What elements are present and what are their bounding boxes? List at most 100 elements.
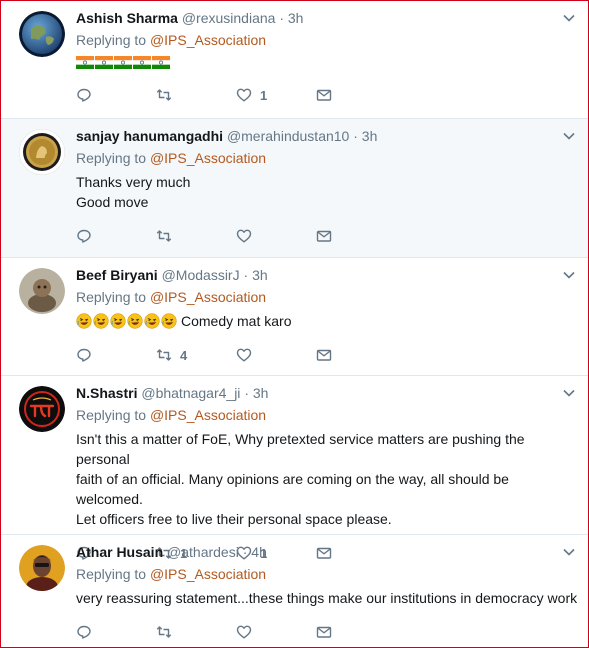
display-name[interactable]: sanjay hanumangadhi: [76, 128, 223, 144]
replying-to: Replying to @IPS_Association: [76, 565, 544, 584]
display-name[interactable]: Beef Biryani: [76, 267, 158, 283]
replying-to-label: Replying to: [76, 32, 147, 48]
rofl-icon: [127, 313, 143, 329]
heart-icon: [236, 625, 252, 639]
username[interactable]: @rexusindiana: [182, 10, 276, 26]
heart-icon: [236, 348, 252, 362]
chevron-down-icon[interactable]: [562, 129, 576, 143]
gold-medal-icon: [19, 129, 65, 175]
envelope-icon: [316, 230, 332, 242]
direct-message-button[interactable]: [316, 347, 332, 363]
avatar[interactable]: [19, 545, 65, 591]
like-button[interactable]: [236, 228, 316, 244]
retweet-icon: [156, 626, 172, 638]
reply-button[interactable]: [76, 347, 156, 363]
avatar[interactable]: [19, 268, 65, 314]
mention-link[interactable]: @IPS_Association: [150, 566, 266, 582]
chevron-down-icon[interactable]: [562, 545, 576, 559]
mention-link[interactable]: @IPS_Association: [150, 150, 266, 166]
tweet[interactable]: Ashish Sharma @rexusindiana · 3h Replyin…: [1, 1, 588, 119]
rofl-icon: [76, 313, 92, 329]
envelope-icon: [316, 349, 332, 361]
avatar[interactable]: [19, 386, 65, 432]
retweet-count: 4: [180, 347, 188, 363]
chevron-down-icon[interactable]: [562, 268, 576, 282]
chevron-down-icon[interactable]: [562, 11, 576, 25]
retweet-button[interactable]: 4: [156, 347, 236, 363]
username[interactable]: @bhatnagar4_ji: [141, 385, 240, 401]
direct-message-button[interactable]: [316, 87, 332, 103]
tweet-text-line: Let officers free to live their personal…: [76, 511, 392, 527]
separator-dot: ·: [353, 128, 358, 144]
tweet-body: [76, 56, 544, 69]
replying-to: Replying to @IPS_Association: [76, 288, 544, 307]
username[interactable]: @ModassirJ: [162, 267, 240, 283]
reply-button[interactable]: [76, 228, 156, 244]
tweet-text-line: Good move: [76, 194, 149, 210]
tweet-body: Thanks very much Good move: [76, 172, 544, 212]
retweet-icon: [156, 230, 172, 242]
display-name[interactable]: Ashish Sharma: [76, 10, 178, 26]
tweet-replies-panel: Ashish Sharma @rexusindiana · 3h Replyin…: [0, 0, 589, 648]
flag-india-icon: [133, 56, 151, 69]
like-button[interactable]: [236, 624, 316, 640]
tweet[interactable]: Athar Husain @athardesi · 4h Replying to…: [1, 535, 588, 647]
portrait-icon: [19, 545, 65, 591]
tweet[interactable]: N.Shastri @bhatnagar4_ji · 3h Replying t…: [1, 376, 588, 561]
mention-link[interactable]: @IPS_Association: [150, 407, 266, 423]
avatar[interactable]: [19, 129, 65, 175]
reply-icon: [77, 229, 91, 243]
direct-message-button[interactable]: [316, 624, 332, 640]
replying-to: Replying to @IPS_Association: [76, 149, 544, 168]
replying-to-label: Replying to: [76, 150, 147, 166]
reply-button[interactable]: [76, 87, 156, 103]
rofl-icon: [93, 313, 109, 329]
flag-india-icon: [76, 56, 94, 69]
display-name[interactable]: Athar Husain: [76, 544, 163, 560]
timestamp[interactable]: 3h: [288, 10, 304, 26]
tweet-text-line: Comedy mat karo: [181, 313, 292, 329]
chevron-down-icon[interactable]: [562, 386, 576, 400]
tweet-header: Beef Biryani @ModassirJ · 3h: [76, 266, 544, 284]
avatar[interactable]: [19, 11, 65, 57]
rofl-icon: [144, 313, 160, 329]
heart-icon: [236, 229, 252, 243]
retweet-button[interactable]: [156, 228, 236, 244]
display-name[interactable]: N.Shastri: [76, 385, 137, 401]
username[interactable]: @merahindustan10: [227, 128, 349, 144]
tweet-body: Comedy mat karo: [76, 311, 544, 331]
tweet[interactable]: Beef Biryani @ModassirJ · 3h Replying to…: [1, 258, 588, 376]
timestamp[interactable]: 4h: [251, 544, 267, 560]
reply-icon: [77, 348, 91, 362]
separator-dot: ·: [244, 385, 249, 401]
like-button[interactable]: 1: [236, 87, 316, 103]
tweet-text-line: Thanks very much: [76, 174, 191, 190]
mention-link[interactable]: @IPS_Association: [150, 289, 266, 305]
tweet-actions: 4: [76, 346, 544, 364]
direct-message-button[interactable]: [316, 228, 332, 244]
tweet-actions: 1: [76, 86, 544, 104]
tweet-text-line: very reassuring statement...these things…: [76, 590, 578, 606]
like-button[interactable]: [236, 347, 316, 363]
red-logo-icon: [19, 386, 65, 432]
retweet-button[interactable]: [156, 624, 236, 640]
tweet-header: Athar Husain @athardesi · 4h: [76, 543, 544, 561]
timestamp[interactable]: 3h: [253, 385, 269, 401]
separator-dot: ·: [279, 10, 284, 26]
like-count: 1: [260, 87, 268, 103]
username[interactable]: @athardesi: [167, 544, 239, 560]
retweet-icon: [156, 349, 172, 361]
separator-dot: ·: [243, 267, 249, 283]
flag-india-icon: [95, 56, 113, 69]
flag-india-icon: [152, 56, 170, 69]
tweet-body: very reassuring statement...these things…: [76, 588, 584, 608]
reply-button[interactable]: [76, 624, 156, 640]
retweet-button[interactable]: [156, 87, 236, 103]
rofl-icon: [161, 313, 177, 329]
timestamp[interactable]: 3h: [362, 128, 378, 144]
timestamp[interactable]: 3h: [252, 267, 268, 283]
tweet-actions: [76, 227, 544, 245]
reply-icon: [77, 88, 91, 102]
mention-link[interactable]: @IPS_Association: [150, 32, 266, 48]
tweet[interactable]: sanjay hanumangadhi @merahindustan10 · 3…: [1, 119, 588, 258]
